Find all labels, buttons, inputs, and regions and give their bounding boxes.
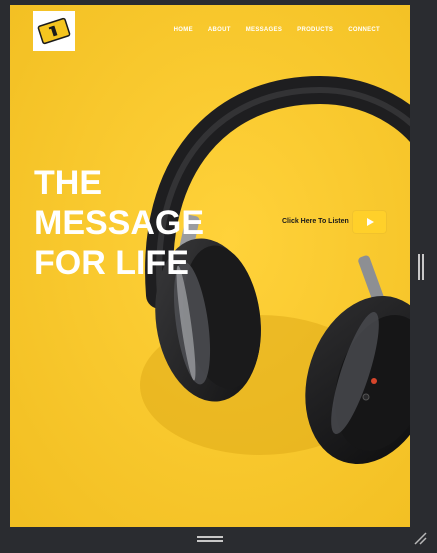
logo[interactable] bbox=[33, 11, 75, 51]
nav-home[interactable]: HOME bbox=[174, 27, 193, 33]
play-button[interactable] bbox=[353, 211, 386, 233]
headline-line: THE bbox=[34, 164, 102, 202]
bottom-resize-handle[interactable] bbox=[197, 536, 223, 543]
nav-about[interactable]: ABOUT bbox=[208, 27, 231, 33]
side-resize-handle[interactable] bbox=[417, 254, 425, 280]
ticket-logo-icon bbox=[37, 17, 71, 45]
headline-line: MESSAGE bbox=[34, 204, 205, 242]
nav-products[interactable]: PRODUCTS bbox=[297, 27, 333, 33]
play-icon bbox=[367, 218, 374, 226]
resize-corner-icon[interactable] bbox=[413, 531, 427, 545]
listen-label[interactable]: Click Here To Listen bbox=[282, 218, 349, 225]
headline-line: FOR LIFE bbox=[34, 244, 189, 282]
preview-frame: HOME ABOUT MESSAGES PRODUCTS CONNECT THE… bbox=[0, 0, 437, 553]
page-viewport: HOME ABOUT MESSAGES PRODUCTS CONNECT THE… bbox=[10, 5, 410, 527]
nav-connect[interactable]: CONNECT bbox=[348, 27, 380, 33]
main-nav: HOME ABOUT MESSAGES PRODUCTS CONNECT bbox=[174, 27, 380, 33]
hero-headline: THE MESSAGE FOR LIFE bbox=[34, 163, 204, 283]
nav-messages[interactable]: MESSAGES bbox=[246, 27, 282, 33]
